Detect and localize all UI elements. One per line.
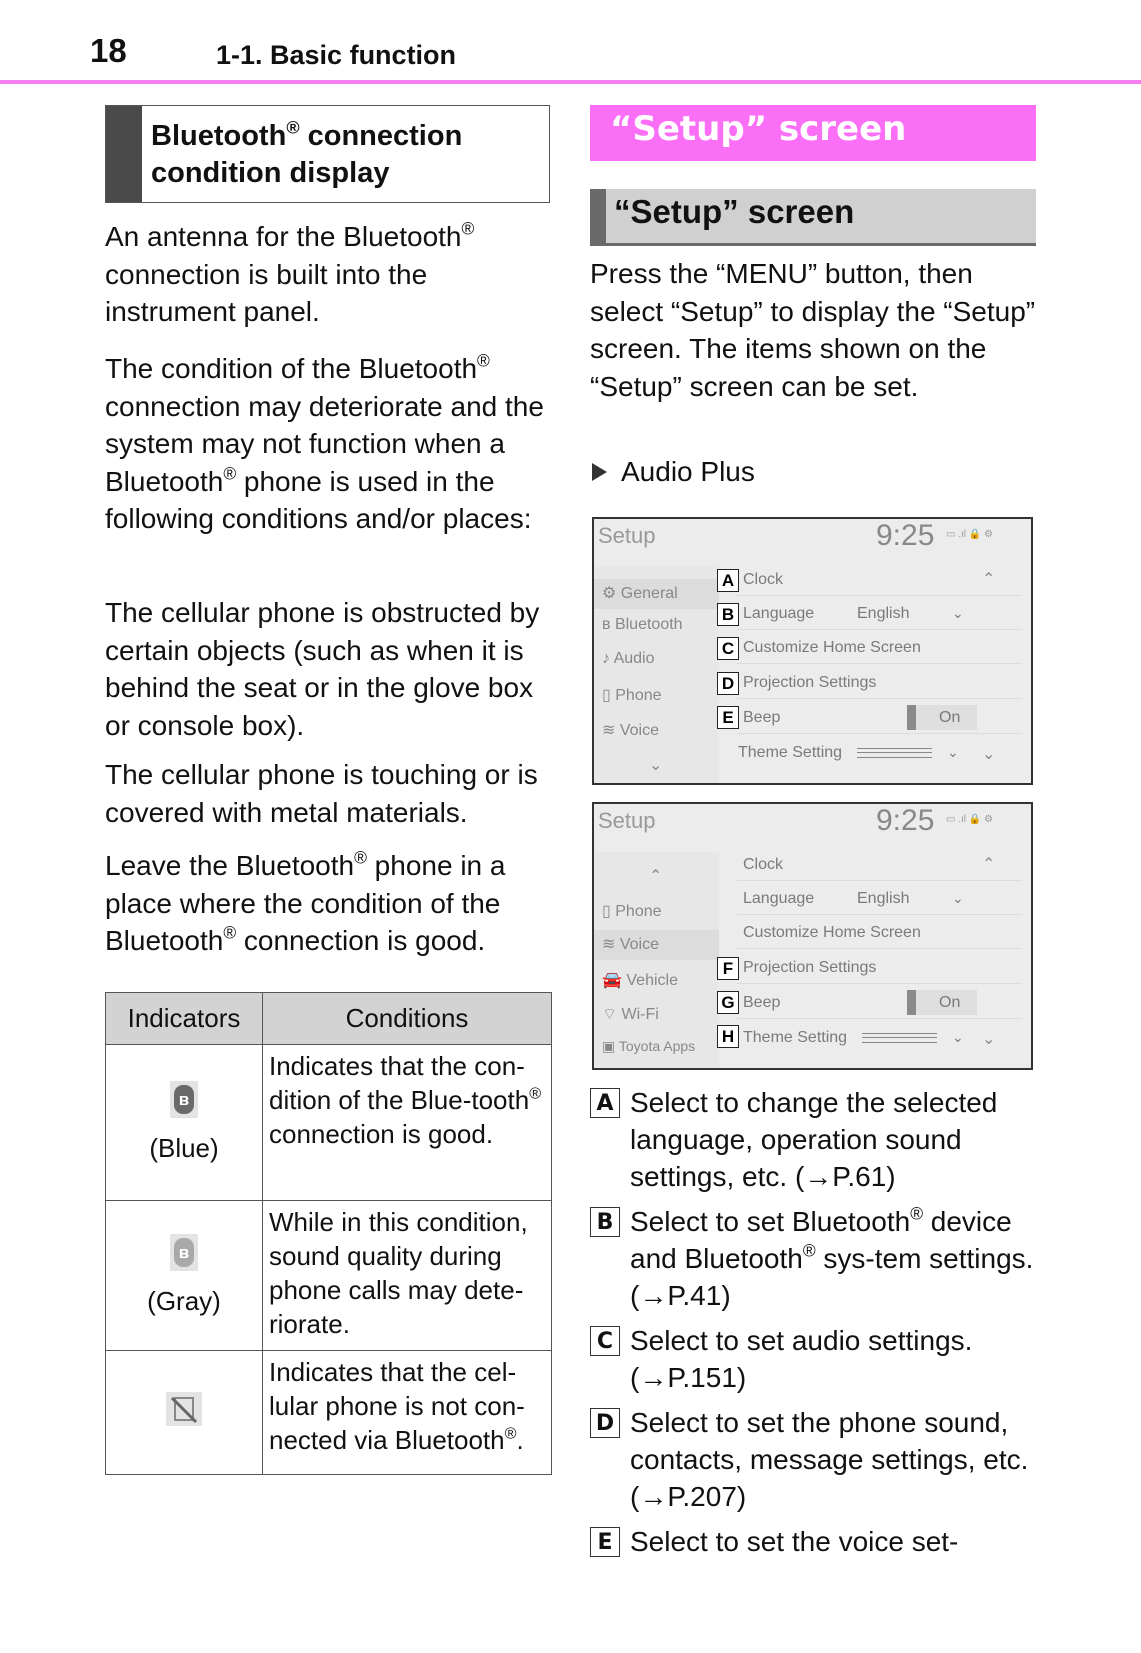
sidebar-item-voice[interactable]: ≋ Voice (594, 930, 719, 960)
theme-preview (862, 1033, 937, 1043)
sidebar-item-bluetooth[interactable]: ʙ Bluetooth (602, 616, 683, 634)
indicators-table: Indicators Conditions ʙ (Blue) Indicates… (105, 992, 552, 1475)
triangle-bullet-icon (592, 463, 607, 481)
legend-item-a: A Select to change the selected language,… (590, 1084, 1036, 1195)
setting-row-clock[interactable]: Clock (737, 848, 1022, 881)
table-row: ʙ (Gray) While in this condition, sound … (105, 1200, 552, 1351)
intro-paragraph: Press the “MENU” button, then select “Se… (590, 258, 1036, 402)
phone-not-connected-icon (166, 1391, 202, 1426)
condition-text: While in this condition, sound quality d… (262, 1200, 552, 1351)
callout-b: B (717, 603, 739, 626)
screen-title: Setup (598, 808, 656, 833)
table-header-row: Indicators Conditions (105, 992, 552, 1045)
scroll-top-icon[interactable]: ⌃ (982, 854, 995, 874)
bluetooth-blue-icon: ʙ (170, 1081, 198, 1118)
setting-row-language[interactable]: Language English ⌄ (737, 597, 1022, 630)
setting-row-customize-home[interactable]: Customize Home Screen (737, 916, 1022, 949)
screen-title: Setup (598, 523, 656, 548)
sidebar-item-audio[interactable]: ♪ Audio (602, 650, 654, 668)
heading-bar (106, 106, 142, 202)
sidebar-item-phone[interactable]: ▯ Phone (602, 901, 662, 921)
legend-item-e: E Select to set the voice set- (590, 1523, 1036, 1560)
clock-display: 9:25 (876, 804, 935, 837)
column-header: Conditions (262, 992, 552, 1045)
callout-c: C (717, 637, 739, 660)
sidebar-item-phone[interactable]: ▯ Phone (602, 685, 662, 705)
setup-sidebar: ⌃ ▯ Phone ≋ Voice 🚘 Vehicle ⌔ Wi-Fi ▣ To… (594, 852, 719, 1068)
callout-legend: A Select to change the selected language,… (590, 1084, 1036, 1568)
subsection-heading: “Setup” screen (590, 189, 1036, 246)
scroll-down-icon[interactable]: ⌄ (649, 755, 662, 775)
paragraph-metal: The cellular phone is touching or is cov… (105, 759, 538, 828)
setting-row-clock[interactable]: Clock (737, 563, 1022, 596)
clock-display: 9:25 (876, 519, 935, 552)
setup-screen-2: Setup 9:25 ▭ .ıl 🔒 ⚙ ⌃ ▯ Phone ≋ Voice 🚘… (592, 802, 1033, 1070)
setting-row-projection[interactable]: Projection Settings (737, 951, 1022, 984)
sidebar-item-toyota-apps[interactable]: ▣ Toyota Apps (602, 1038, 695, 1055)
scroll-up-icon[interactable]: ⌃ (649, 866, 662, 886)
callout-f: F (717, 957, 739, 980)
condition-text: Indicates that the cel-lular phone is no… (269, 1357, 525, 1455)
bluetooth-gray-icon: ʙ (170, 1234, 198, 1271)
theme-preview (857, 748, 932, 758)
scroll-bottom-icon[interactable]: ⌄ (982, 1029, 995, 1049)
callout-h: H (717, 1025, 739, 1048)
callout-d: D (717, 672, 739, 695)
legend-item-d: D Select to set the phone sound, contacts… (590, 1404, 1036, 1515)
setting-row-customize-home[interactable]: Customize Home Screen (737, 631, 1022, 664)
paragraph-antenna: An antenna for the Bluetooth® connection … (105, 218, 475, 327)
condition-text: Indicates that the con-dition of the Blu… (269, 1051, 530, 1115)
chevron-down-icon: ⌄ (952, 605, 964, 621)
sidebar-item-voice[interactable]: ≋ Voice (602, 720, 659, 740)
callout-e: E (717, 706, 739, 729)
callout-g: G (717, 991, 739, 1014)
section-title: Bluetooth® connection condition display (151, 117, 463, 189)
section-banner: “Setup” screen (590, 105, 1036, 161)
setup-screen-1: Setup 9:25 ▭ .ıl 🔒 ⚙ ⚙ General ʙ Bluetoo… (592, 517, 1033, 785)
section-heading: Bluetooth® connection condition display (105, 105, 550, 203)
legend-item-c: C Select to set audio settings. (→P.151) (590, 1322, 1036, 1396)
indicator-label: (Gray) (147, 1286, 221, 1316)
setting-row-beep[interactable]: Beep On (737, 986, 1022, 1019)
setting-row-projection[interactable]: Projection Settings (737, 666, 1022, 699)
page-header: 18 1-1. Basic function (0, 0, 1141, 84)
chapter-title: 1-1. Basic function (216, 40, 457, 70)
sidebar-item-wifi[interactable]: ⌔ Wi-Fi (602, 1004, 659, 1024)
setting-row-beep[interactable]: Beep On (737, 701, 1022, 734)
beep-toggle[interactable]: On (907, 990, 977, 1015)
chevron-down-icon: ⌄ (952, 890, 964, 906)
table-row: ʙ (Blue) Indicates that the con-dition o… (105, 1044, 552, 1201)
sidebar-item-general[interactable]: ⚙ General (594, 579, 719, 609)
indicator-label: (Blue) (149, 1133, 219, 1163)
setting-row-theme[interactable]: Theme Setting ⌄ (732, 736, 1017, 769)
scroll-top-icon[interactable]: ⌃ (982, 569, 995, 589)
sidebar-item-vehicle[interactable]: 🚘 Vehicle (602, 970, 678, 990)
paragraph-condition: The condition of the Bluetooth® connecti… (105, 350, 544, 534)
paragraph-obstructed: The cellular phone is obstructed by cert… (105, 597, 540, 741)
callout-a: A (717, 569, 739, 592)
scroll-bottom-icon[interactable]: ⌄ (982, 744, 995, 764)
paragraph-leave: Leave the Bluetooth® phone in a place wh… (105, 847, 506, 956)
table-row: Indicates that the cel-lular phone is no… (105, 1350, 552, 1475)
status-icons: ▭ .ıl 🔒 ⚙ (946, 529, 993, 540)
setting-row-language[interactable]: Language English ⌄ (737, 882, 1022, 915)
status-icons: ▭ .ıl 🔒 ⚙ (946, 814, 993, 825)
setup-sidebar: ⚙ General ʙ Bluetooth ♪ Audio ▯ Phone ≋ … (594, 567, 719, 783)
beep-toggle[interactable]: On (907, 705, 977, 730)
legend-item-b: B Select to set Bluetooth® device and Blu… (590, 1203, 1036, 1314)
page-number: 18 (90, 32, 127, 69)
column-header: Indicators (105, 992, 263, 1045)
setting-row-theme[interactable]: Theme Setting ⌄ (737, 1021, 1022, 1054)
bullet-audio-plus: Audio Plus (592, 453, 755, 491)
